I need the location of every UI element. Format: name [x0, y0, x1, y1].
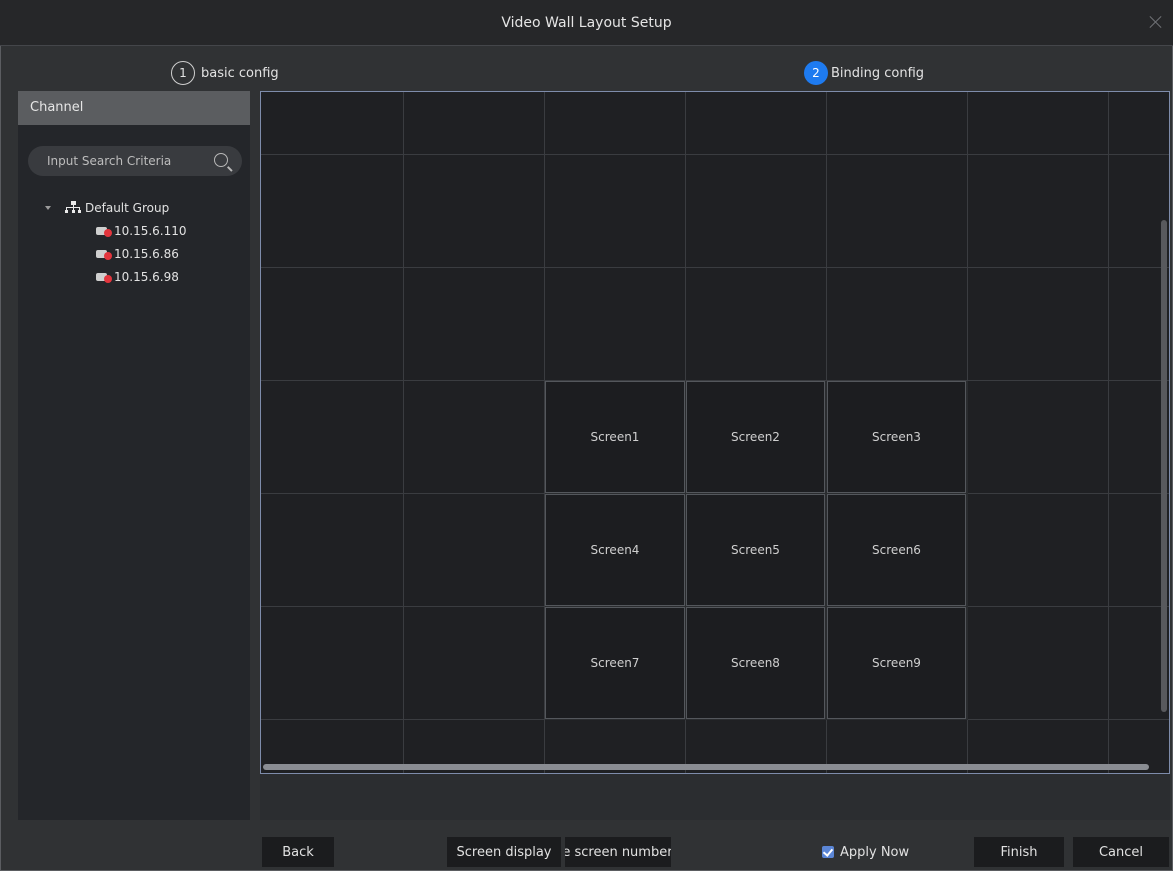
- wall-cell[interactable]: [404, 381, 545, 494]
- wall-cell[interactable]: [545, 92, 686, 155]
- offline-camera-icon: [96, 271, 112, 283]
- tree-device[interactable]: 10.15.6.86: [18, 242, 250, 265]
- channel-sidebar: Channel Default Group 10.15.6.110: [18, 91, 250, 820]
- cancel-button[interactable]: Cancel: [1073, 837, 1169, 867]
- wall-cell[interactable]: [261, 268, 404, 381]
- search-icon[interactable]: [214, 153, 228, 167]
- wall-cell[interactable]: [827, 92, 968, 155]
- wall-cell[interactable]: [261, 494, 404, 607]
- checkbox-checked-icon[interactable]: [822, 846, 834, 858]
- screen-number-label: the screen number: [565, 844, 671, 860]
- screen-display-button[interactable]: Screen display: [447, 837, 561, 867]
- tree-device[interactable]: 10.15.6.110: [18, 219, 250, 242]
- tree-device-label: 10.15.6.98: [114, 269, 179, 284]
- vertical-scrollbar[interactable]: [1161, 220, 1167, 712]
- group-icon: [65, 201, 81, 214]
- step-binding-config[interactable]: 2 Binding config: [804, 60, 924, 86]
- device-tree: Default Group 10.15.6.110 10.15.6.86 10.…: [18, 196, 250, 288]
- video-wall-grid[interactable]: Screen1 Screen2 Screen3 Screen4 Screen5 …: [260, 91, 1170, 774]
- wall-cell[interactable]: [261, 92, 404, 155]
- sidebar-header: Channel: [18, 91, 250, 125]
- search-box: [28, 146, 242, 176]
- wall-cell[interactable]: [968, 268, 1109, 381]
- close-icon[interactable]: [1149, 15, 1163, 29]
- wall-bottom-strip: [260, 774, 1170, 820]
- screen-tile[interactable]: Screen1: [545, 381, 685, 493]
- wall-cell[interactable]: [404, 155, 545, 268]
- wall-cell[interactable]: [404, 494, 545, 607]
- title-bar: Video Wall Layout Setup: [0, 0, 1173, 46]
- wall-cell[interactable]: [827, 268, 968, 381]
- screen-tile[interactable]: Screen2: [686, 381, 825, 493]
- chevron-down-icon[interactable]: [45, 205, 51, 210]
- apply-now-label: Apply Now: [840, 844, 910, 860]
- wall-cell[interactable]: [968, 92, 1109, 155]
- finish-button[interactable]: Finish: [974, 837, 1064, 867]
- wall-cell[interactable]: [686, 155, 827, 268]
- wall-cell[interactable]: [261, 607, 404, 720]
- wall-cell[interactable]: [686, 92, 827, 155]
- wall-cell[interactable]: [261, 381, 404, 494]
- wall-cell[interactable]: [261, 155, 404, 268]
- search-input[interactable]: [28, 146, 208, 176]
- wall-cell[interactable]: [827, 155, 968, 268]
- offline-camera-icon: [96, 248, 112, 260]
- screen-number-button[interactable]: the screen number: [565, 837, 671, 867]
- screen-tile[interactable]: Screen9: [827, 607, 966, 719]
- wall-cell[interactable]: [404, 607, 545, 720]
- tree-group[interactable]: Default Group: [18, 196, 250, 219]
- apply-now-checkbox[interactable]: Apply Now: [822, 837, 909, 867]
- screen-tile[interactable]: Screen4: [545, 494, 685, 606]
- tree-device[interactable]: 10.15.6.98: [18, 265, 250, 288]
- window-title: Video Wall Layout Setup: [501, 15, 672, 31]
- wall-cell[interactable]: [545, 268, 686, 381]
- back-button[interactable]: Back: [262, 837, 334, 867]
- screen-tile[interactable]: Screen5: [686, 494, 825, 606]
- wall-cell[interactable]: [968, 494, 1109, 607]
- step-label: Binding config: [831, 65, 925, 81]
- wall-cell[interactable]: [968, 607, 1109, 720]
- wall-cell[interactable]: [686, 268, 827, 381]
- wall-cell[interactable]: [1109, 92, 1169, 155]
- wall-cell[interactable]: [545, 155, 686, 268]
- screen-tile[interactable]: Screen7: [545, 607, 685, 719]
- step-label: basic config: [201, 65, 279, 81]
- wall-cell[interactable]: [968, 381, 1109, 494]
- offline-camera-icon: [96, 225, 112, 237]
- wall-cell[interactable]: [404, 92, 545, 155]
- tree-device-label: 10.15.6.86: [114, 246, 179, 261]
- tree-device-label: 10.15.6.110: [114, 223, 187, 238]
- screen-tile[interactable]: Screen6: [827, 494, 966, 606]
- wall-cell[interactable]: [968, 155, 1109, 268]
- tree-group-label: Default Group: [85, 200, 170, 215]
- screen-tile[interactable]: Screen3: [827, 381, 966, 493]
- step-basic-config[interactable]: 1 basic config: [171, 60, 279, 86]
- step-number: 2: [804, 61, 828, 85]
- horizontal-scrollbar[interactable]: [263, 764, 1149, 770]
- screen-tile[interactable]: Screen8: [686, 607, 825, 719]
- wall-cell[interactable]: [404, 268, 545, 381]
- step-number: 1: [171, 61, 195, 85]
